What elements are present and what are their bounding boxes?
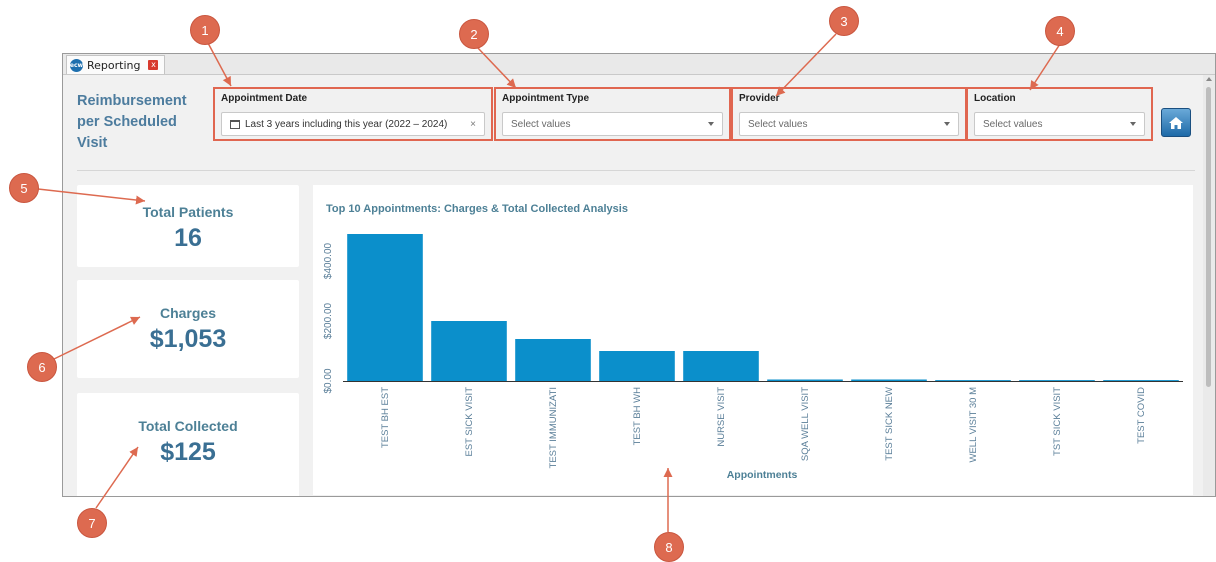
callout-badge-6: 6 bbox=[27, 352, 57, 382]
callout-arrow-1 bbox=[207, 42, 232, 87]
callout-badge-8: 8 bbox=[654, 532, 684, 562]
callout-badge-5: 5 bbox=[9, 173, 39, 203]
callout-arrow-2 bbox=[476, 46, 517, 89]
callout-arrows bbox=[37, 33, 1061, 532]
callout-badge-4: 4 bbox=[1045, 16, 1075, 46]
callout-badge-1: 1 bbox=[190, 15, 220, 45]
callout-badge-7: 7 bbox=[77, 508, 107, 538]
callout-badge-3: 3 bbox=[829, 6, 859, 36]
callout-arrow-6 bbox=[53, 316, 141, 360]
callout-arrow-4 bbox=[1029, 43, 1061, 91]
callout-arrow-7 bbox=[95, 446, 139, 509]
callout-badge-2: 2 bbox=[459, 19, 489, 49]
callout-arrow-3 bbox=[775, 33, 837, 97]
callout-arrow-5 bbox=[37, 188, 146, 205]
